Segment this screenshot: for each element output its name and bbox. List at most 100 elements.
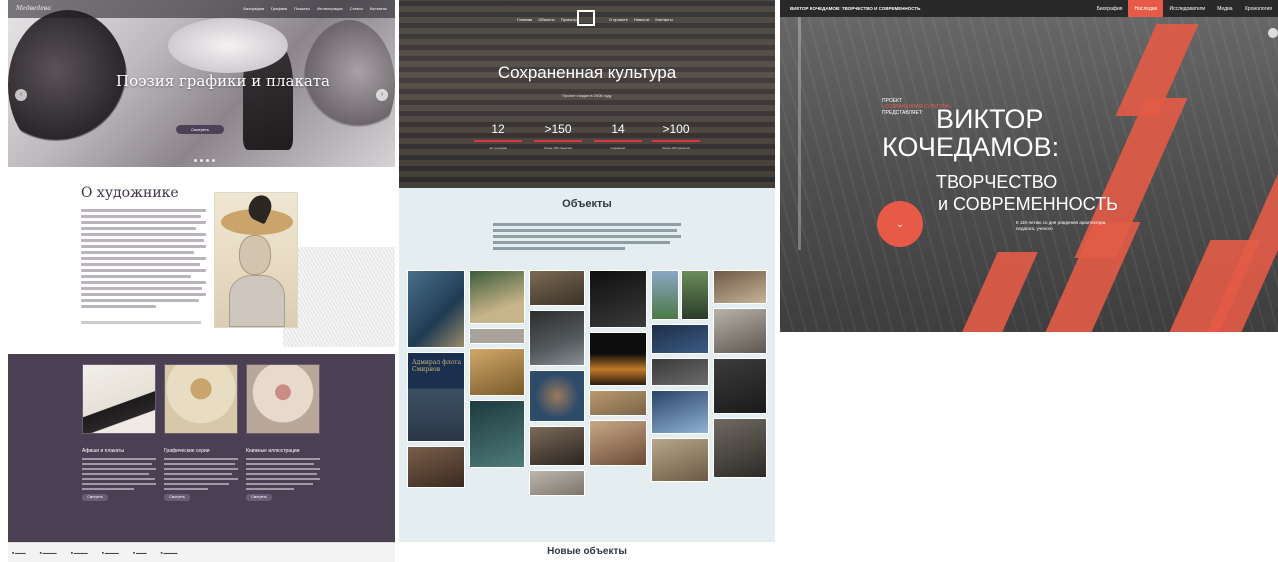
- sketch-illustration: [283, 247, 395, 347]
- nav-item[interactable]: Новости: [634, 17, 649, 22]
- object-tile[interactable]: [529, 426, 585, 466]
- tab-item[interactable]: ■ ▬▬▬: [133, 551, 147, 555]
- stat-label: лет на рынке: [488, 146, 508, 150]
- nav-item[interactable]: Графика: [271, 6, 287, 11]
- site-logo-icon[interactable]: [577, 10, 595, 26]
- book-cover-tile[interactable]: Адмирал флота Смирнов: [407, 352, 465, 442]
- slider-prev-icon[interactable]: ‹: [15, 89, 27, 101]
- tab-item[interactable]: ■ ▬▬▬: [12, 551, 26, 555]
- object-tile[interactable]: [529, 370, 585, 422]
- card-button[interactable]: Смотреть: [82, 494, 108, 501]
- object-tile[interactable]: [651, 324, 709, 354]
- nav-item[interactable]: Проекты: [561, 17, 577, 22]
- nav-right: О проекте Новости Контакты: [609, 17, 673, 22]
- object-tile[interactable]: [651, 358, 709, 386]
- card-button[interactable]: Смотреть: [246, 494, 272, 501]
- nav-item[interactable]: Контакты: [655, 17, 672, 22]
- nav-item[interactable]: Объекты: [538, 17, 555, 22]
- tab-item[interactable]: ■ ▬▬▬▬: [160, 551, 177, 555]
- headline-line-2: КОЧЕДАМОВ:: [882, 132, 1060, 162]
- stat-number: 12: [491, 122, 505, 136]
- object-tile[interactable]: [407, 446, 465, 488]
- nav-item[interactable]: Статьи: [350, 6, 363, 11]
- object-tile[interactable]: [469, 348, 525, 396]
- nav-item-active[interactable]: Наследие: [1128, 0, 1164, 17]
- scroll-down-icon[interactable]: ⌄: [877, 201, 923, 247]
- object-tile[interactable]: [589, 270, 647, 328]
- nav-item[interactable]: Медиа: [1211, 0, 1238, 17]
- works-section: Афиши и плакаты Смотреть Графические сер…: [8, 354, 395, 542]
- nav-item[interactable]: Биография: [243, 6, 264, 11]
- book-title: Адмирал флота Смирнов: [412, 359, 462, 373]
- stat-number: 14: [611, 122, 625, 136]
- work-card[interactable]: Афиши и плакаты Смотреть: [82, 364, 156, 501]
- headline-line-1: ВИКТОР: [936, 104, 1044, 134]
- card-title: Афиши и плакаты: [82, 448, 124, 454]
- work-card[interactable]: Книжные иллюстрации Смотреть: [246, 364, 320, 501]
- tab-item[interactable]: ■ ▬▬▬▬: [71, 551, 88, 555]
- hero-slider: Медведева Биография Графика Плакаты Иллю…: [8, 0, 395, 167]
- object-tile[interactable]: [713, 358, 767, 414]
- work-image[interactable]: [82, 364, 156, 434]
- stat-label: более 150 объектов: [544, 146, 572, 150]
- screenshot-culture-site: Главная Объекты Проекты О проекте Новост…: [399, 0, 775, 562]
- object-tile[interactable]: [651, 390, 709, 434]
- nav-item[interactable]: Контакты: [370, 6, 387, 11]
- object-tile[interactable]: [651, 270, 679, 320]
- nav-links: Биография Графика Плакаты Иллюстрации Ст…: [243, 6, 387, 11]
- stat-block: >100 более 100 проектов: [647, 122, 705, 150]
- work-image[interactable]: [246, 364, 320, 434]
- stat-number: >150: [544, 122, 572, 136]
- browser-tabs-bar: ■ ▬▬▬ ■ ▬▬▬▬ ■ ▬▬▬▬ ■ ▬▬▬▬ ■ ▬▬▬ ■ ▬▬▬▬: [8, 542, 395, 562]
- work-card[interactable]: Графические серии Смотреть: [164, 364, 238, 501]
- slider-next-icon[interactable]: ›: [376, 89, 388, 101]
- site-brand[interactable]: ВИКТОР КОЧЕДАМОВ: ТВОРЧЕСТВО И СОВРЕМЕНН…: [790, 6, 920, 11]
- stat-block: 14 сохранено: [589, 122, 647, 150]
- site-logo[interactable]: Медведева: [16, 5, 51, 12]
- nav-item[interactable]: Главная: [517, 17, 532, 22]
- tab-item[interactable]: ■ ▬▬▬▬: [102, 551, 119, 555]
- object-tile[interactable]: [469, 270, 525, 324]
- object-tile[interactable]: [589, 390, 647, 416]
- about-caption: [81, 321, 201, 324]
- hero-button[interactable]: Смотреть: [176, 125, 224, 134]
- headline-line-4: и СОВРЕМЕННОСТЬ: [938, 194, 1118, 214]
- object-tile[interactable]: [713, 418, 767, 478]
- object-tile[interactable]: [469, 328, 525, 344]
- screenshot-artist-site: Медведева Биография Графика Плакаты Иллю…: [8, 0, 395, 562]
- object-tile[interactable]: [589, 420, 647, 466]
- nav-item[interactable]: Иллюстрации: [317, 6, 343, 11]
- object-tile[interactable]: [713, 270, 767, 304]
- top-bar: ВИКТОР КОЧЕДАМОВ: ТВОРЧЕСТВО И СОВРЕМЕНН…: [780, 0, 1278, 17]
- scroll-up-icon[interactable]: [1268, 28, 1278, 38]
- hat-illustration: [168, 18, 288, 73]
- nav-item[interactable]: Биография: [1091, 0, 1129, 17]
- top-nav: Медведева Биография Графика Плакаты Иллю…: [8, 0, 395, 18]
- nav-item[interactable]: Хронология: [1239, 0, 1278, 17]
- hero-title: Сохраненная культура: [497, 63, 677, 82]
- hero-subtitle: Проект создан в 2006 году: [562, 93, 612, 98]
- object-tile[interactable]: [407, 270, 465, 348]
- object-tile[interactable]: [651, 438, 709, 482]
- slider-dots[interactable]: [194, 159, 215, 162]
- hero-section: Главная Объекты Проекты О проекте Новост…: [399, 0, 775, 188]
- object-tile[interactable]: [529, 270, 585, 306]
- object-tile[interactable]: [713, 308, 767, 354]
- nav-item[interactable]: Плакаты: [294, 6, 310, 11]
- object-tile[interactable]: [529, 310, 585, 366]
- object-tile[interactable]: [681, 270, 709, 320]
- card-button[interactable]: Смотреть: [164, 494, 190, 501]
- spire-sketch: [798, 0, 801, 250]
- object-tile[interactable]: [529, 470, 585, 496]
- subtitle-text: К 110-летию со дня рождения архитектора,…: [1016, 220, 1107, 231]
- nav-item[interactable]: Исследователи: [1163, 0, 1211, 17]
- stat-label: сохранено: [610, 146, 626, 150]
- nav-item[interactable]: О проекте: [609, 17, 628, 22]
- card-title: Графические серии: [164, 448, 210, 454]
- screenshot-kochedamov-site: ВИКТОР КОЧЕДАМОВ: ТВОРЧЕСТВО И СОВРЕМЕНН…: [780, 0, 1278, 332]
- work-image[interactable]: [164, 364, 238, 434]
- objects-section: Объекты Адмирал флота Смирнов: [399, 188, 775, 542]
- object-tile[interactable]: [469, 400, 525, 468]
- object-tile[interactable]: [589, 332, 647, 386]
- tab-item[interactable]: ■ ▬▬▬▬: [40, 551, 57, 555]
